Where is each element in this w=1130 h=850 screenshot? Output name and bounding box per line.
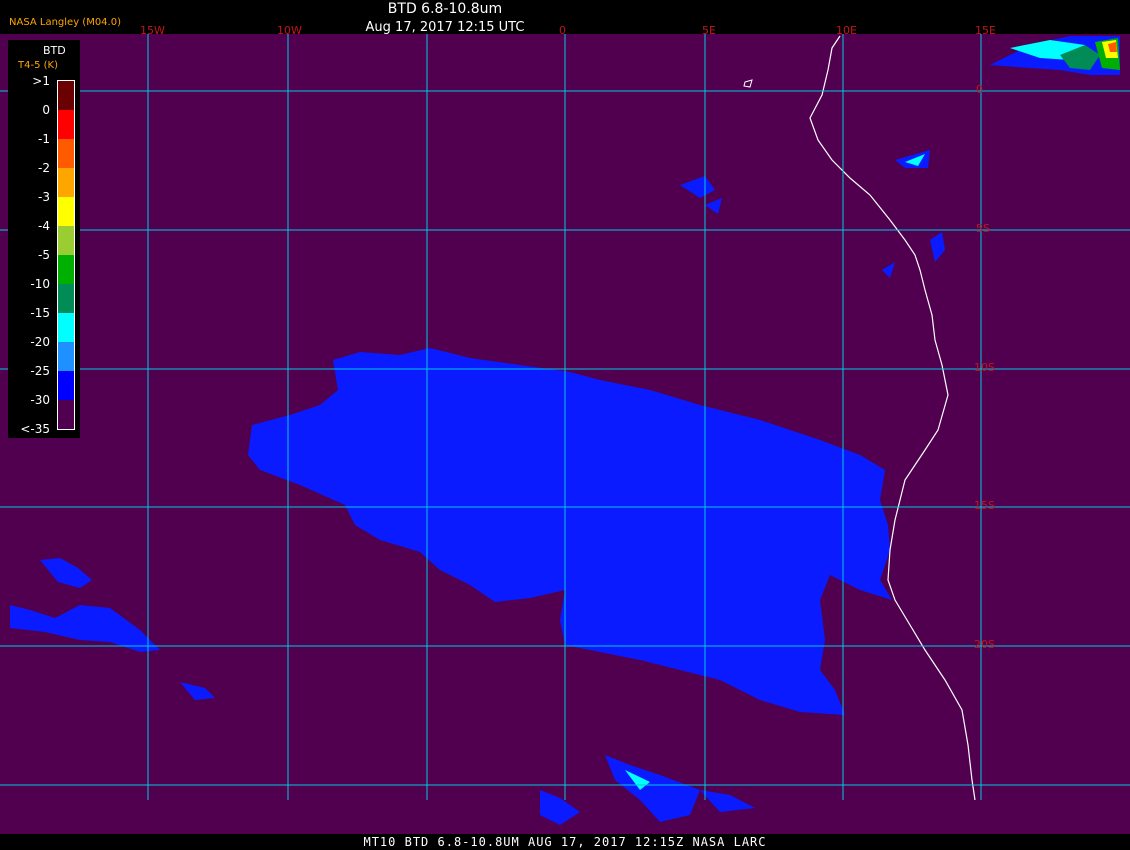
legend-subtitle: T4-5 (K)	[18, 60, 58, 71]
legend-title: BTD	[43, 44, 66, 57]
legend-swatch	[58, 371, 74, 400]
lon-label-15w: 15W	[140, 24, 165, 37]
legend-swatch	[58, 226, 74, 255]
legend-label: -2	[38, 161, 50, 175]
satellite-map	[0, 34, 1130, 834]
color-legend: BTD T4-5 (K) >1 0 -1 -2 -3 -4 -5 -10 -15 -20 -25 -3…	[8, 40, 80, 438]
legend-label: -3	[38, 190, 50, 204]
legend-colorbar	[57, 80, 75, 430]
legend-swatch	[58, 139, 74, 168]
footer-caption: MT10 BTD 6.8-10.8UM AUG 17, 2017 12:15Z …	[0, 834, 1130, 850]
legend-swatch	[58, 197, 74, 226]
map-title: BTD 6.8-10.8um	[387, 1, 503, 17]
legend-label: 0	[42, 103, 50, 117]
lat-label-20s: 20S	[974, 638, 995, 651]
lat-label-0: 0	[976, 83, 983, 96]
lon-label-5e: 5E	[702, 24, 716, 37]
legend-label: -15	[30, 306, 50, 320]
legend-swatch	[58, 168, 74, 197]
lon-label-15e: 15E	[975, 24, 996, 37]
credit-label: NASA Langley (M04.0)	[9, 17, 121, 28]
map-timestamp: Aug 17, 2017 12:15 UTC	[365, 20, 525, 35]
legend-label: -1	[38, 132, 50, 146]
legend-label: -20	[30, 335, 50, 349]
legend-label: >1	[32, 74, 50, 88]
legend-swatch	[58, 110, 74, 139]
lon-label-10e: 10E	[836, 24, 857, 37]
lat-label-15s: 15S	[974, 499, 995, 512]
legend-swatch	[58, 342, 74, 371]
lat-label-5s: 5S	[976, 222, 990, 235]
legend-label: -4	[38, 219, 50, 233]
lon-label-0: 0	[559, 24, 566, 37]
legend-label: -5	[38, 248, 50, 262]
legend-label: <-35	[20, 422, 50, 436]
lon-label-10w: 10W	[277, 24, 302, 37]
legend-label: -25	[30, 364, 50, 378]
legend-label: -10	[30, 277, 50, 291]
legend-swatch	[58, 255, 74, 284]
legend-swatch	[58, 400, 74, 429]
legend-swatch	[58, 313, 74, 342]
legend-swatch	[58, 81, 74, 110]
legend-label: -30	[30, 393, 50, 407]
lat-label-10s: 10S	[974, 361, 995, 374]
legend-swatch	[58, 284, 74, 313]
